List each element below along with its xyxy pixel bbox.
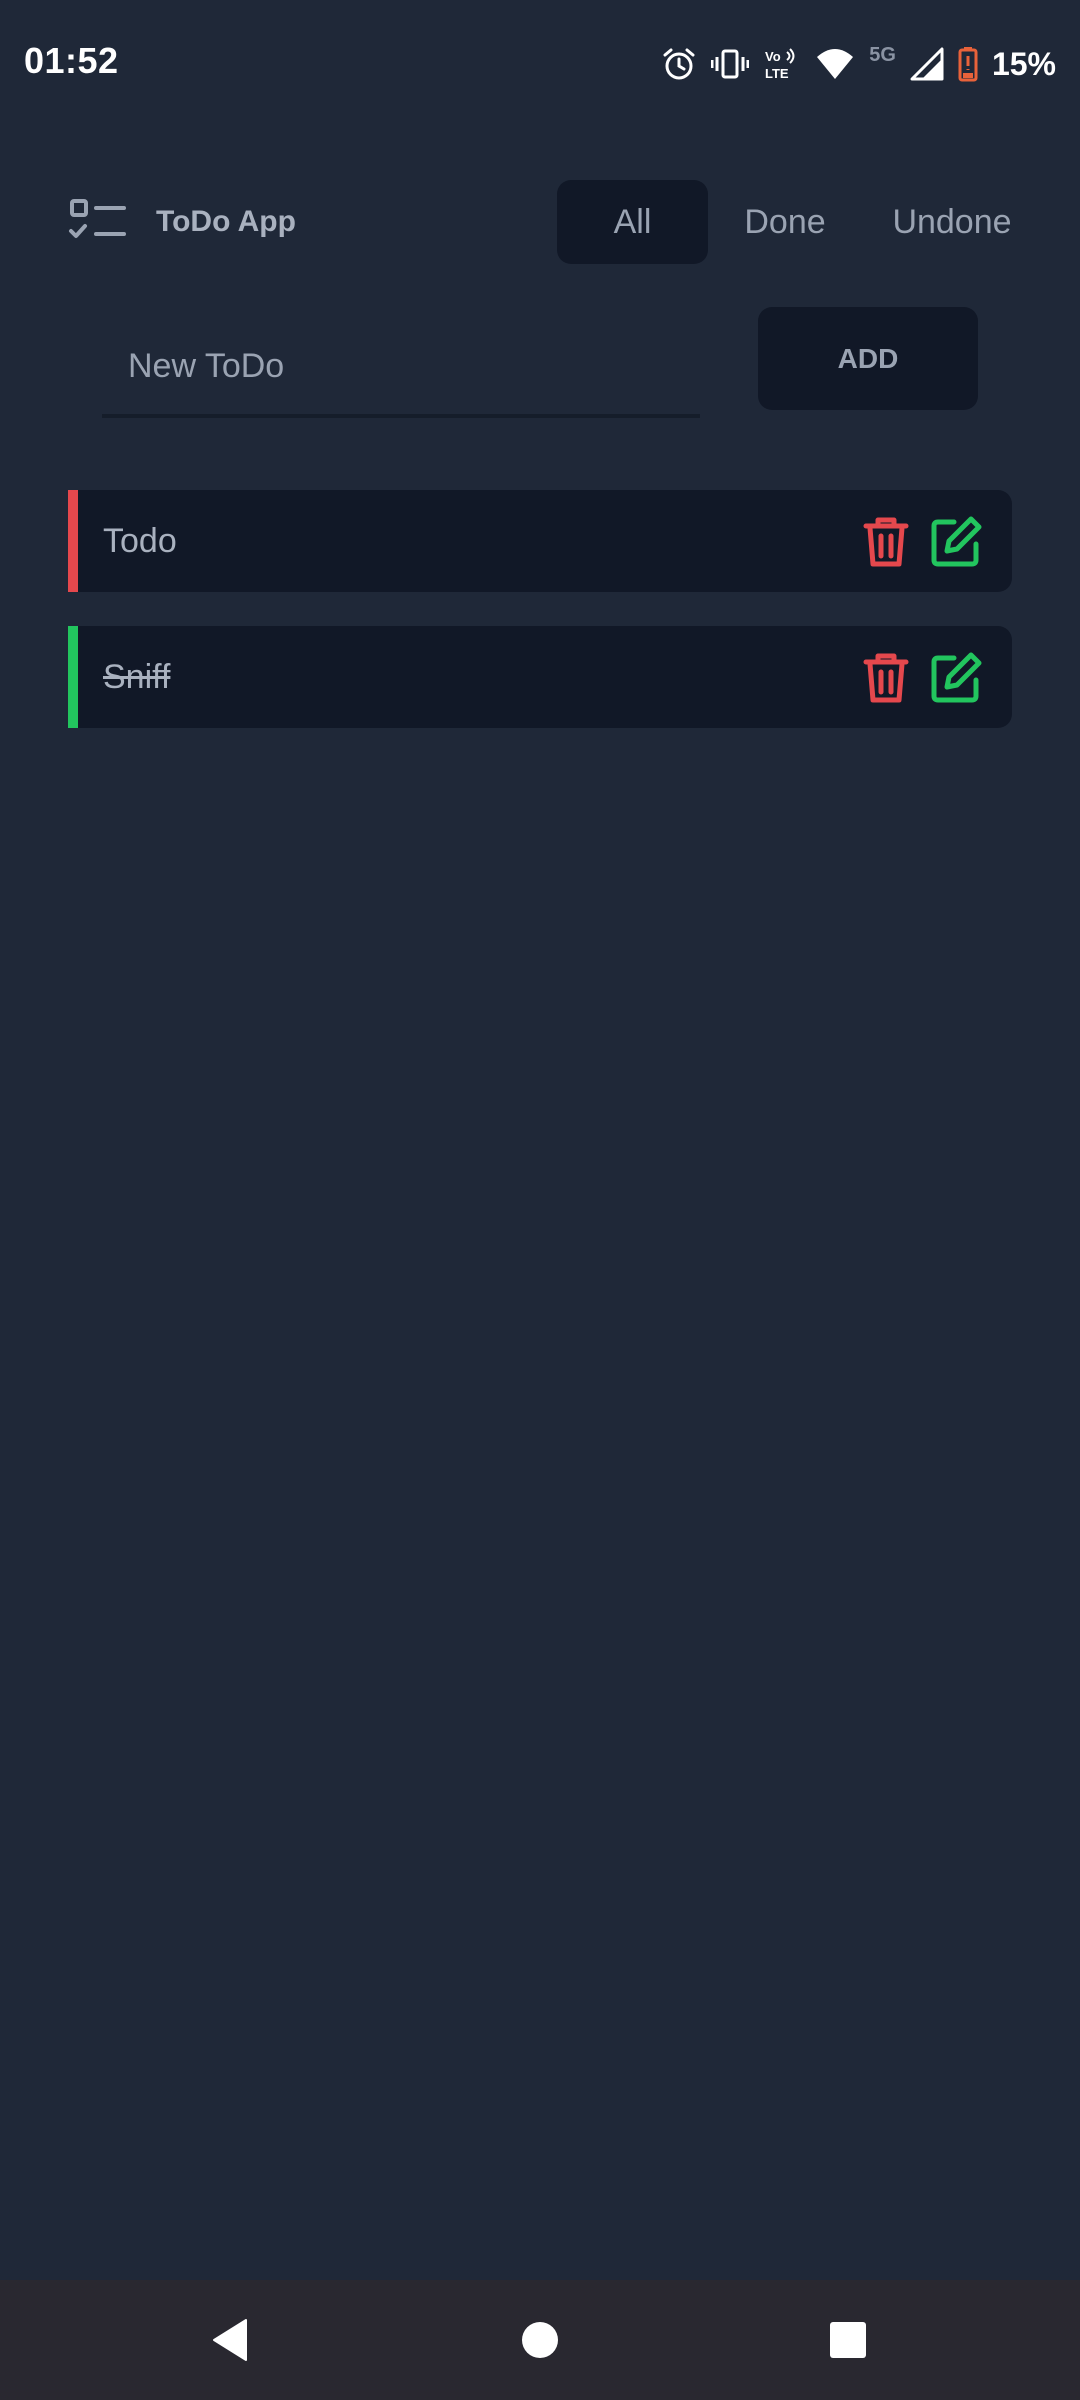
todo-item: Todo	[68, 490, 1012, 592]
volte-icon: Vo LTE	[763, 46, 801, 82]
status-bar: 01:52 Vo LTE 5G 15%	[0, 0, 1080, 128]
delete-button[interactable]	[858, 514, 914, 570]
svg-text:LTE: LTE	[765, 66, 789, 81]
vibrate-icon	[711, 46, 750, 82]
checklist-icon	[68, 198, 128, 244]
trash-icon	[858, 514, 914, 570]
cell-signal-icon	[910, 47, 944, 81]
filter-tab-all[interactable]: All	[557, 180, 708, 264]
network-type-label: 5G	[869, 43, 896, 66]
todo-text[interactable]: Todo	[103, 490, 177, 592]
edit-icon	[928, 514, 984, 570]
todo-item: Sniff	[68, 626, 1012, 728]
app-header: ToDo App All Done Undone	[0, 178, 1080, 266]
edit-icon	[928, 650, 984, 706]
back-icon[interactable]	[200, 2310, 260, 2370]
filter-tab-undone[interactable]: Undone	[872, 180, 1032, 264]
svg-text:Vo: Vo	[765, 49, 781, 64]
edit-button[interactable]	[928, 650, 984, 706]
battery-icon	[958, 46, 978, 82]
screen: 01:52 Vo LTE 5G 15% ToDo App All Done Un…	[0, 0, 1080, 2400]
delete-button[interactable]	[858, 650, 914, 706]
add-button[interactable]: ADD	[758, 307, 978, 410]
recents-icon[interactable]	[818, 2310, 878, 2370]
trash-icon	[858, 650, 914, 706]
status-icons: Vo LTE 5G 15%	[661, 40, 1056, 88]
home-icon[interactable]	[510, 2310, 570, 2370]
todo-text[interactable]: Sniff	[103, 626, 170, 728]
system-nav-bar	[0, 2280, 1080, 2400]
app-title: ToDo App	[156, 205, 296, 238]
alarm-icon	[661, 46, 697, 82]
edit-button[interactable]	[928, 514, 984, 570]
todo-status-bar	[68, 490, 78, 592]
wifi-icon	[815, 47, 855, 81]
todo-status-bar	[68, 626, 78, 728]
filter-tab-done[interactable]: Done	[720, 180, 850, 264]
new-todo-input[interactable]	[102, 318, 700, 414]
status-time: 01:52	[24, 40, 119, 81]
todo-list: Todo Sniff	[68, 490, 1012, 762]
battery-percent: 15%	[991, 45, 1056, 82]
new-todo-field	[102, 318, 700, 418]
